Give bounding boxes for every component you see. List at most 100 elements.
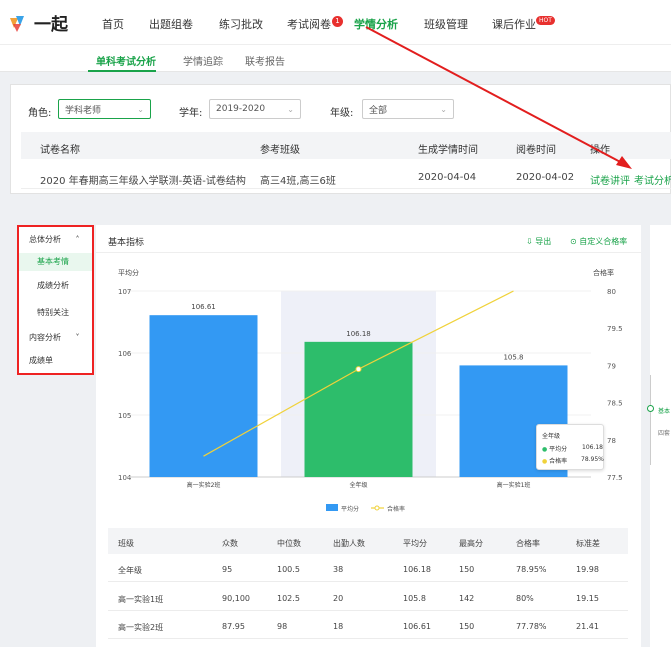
logo-icon xyxy=(10,15,24,32)
timeline-label-2[interactable]: 四套 xyxy=(658,428,670,437)
paper-review-link[interactable]: 试卷讲评 xyxy=(590,172,630,187)
bar[interactable] xyxy=(149,315,258,477)
grade-label: 年级: xyxy=(330,108,354,119)
role-select[interactable]: 学科老师 ⌄ xyxy=(58,99,151,119)
timeline-dot-icon[interactable] xyxy=(647,405,654,412)
tab-joint-exam-report[interactable]: 联考报告 xyxy=(245,53,285,68)
logo-text: 一起 xyxy=(34,15,68,35)
custom-pass-rate-label: 自定义合格率 xyxy=(579,237,628,246)
sub-navbar: 单科考试分析 学情追踪 联考报告 xyxy=(0,45,671,72)
stats-cell: 106.61 xyxy=(403,622,431,631)
year-select-value: 2019-2020 xyxy=(216,104,266,114)
y-right-tick: 80 xyxy=(607,288,616,296)
sidebar-group-overall-label: 总体分析 xyxy=(29,235,61,244)
role-select-value: 学科老师 xyxy=(65,105,102,116)
exam-analysis-link[interactable]: 考试分析 xyxy=(634,172,671,187)
tooltip-title: 全年级 xyxy=(542,433,561,440)
tooltip-row2-value: 78.95% xyxy=(581,456,604,463)
top-navbar: 一起 首页 出题组卷 练习批改 考试阅卷 1 学情分析 班级管理 课后作业 HOT xyxy=(0,0,671,45)
nav-learning-analysis[interactable]: 学情分析 xyxy=(354,16,398,32)
x-tick-label: 高一实验2班 xyxy=(187,481,221,489)
sidebar-item-report-card[interactable]: 成绩单 xyxy=(19,355,92,366)
stats-cell: 150 xyxy=(459,622,475,631)
nav-homework[interactable]: 课后作业 HOT xyxy=(492,16,555,32)
stats-col-header: 标准差 xyxy=(576,539,600,548)
x-tick-label: 全年级 xyxy=(349,481,367,489)
chevron-up-icon: ˄ xyxy=(75,235,80,244)
tab-learning-tracking[interactable]: 学情追踪 xyxy=(183,53,223,68)
stats-cell: 150 xyxy=(459,565,475,574)
stats-cell: 87.95 xyxy=(222,622,245,631)
sidebar-item-special-attention[interactable]: 特别关注 xyxy=(19,307,92,318)
nav-home[interactable]: 首页 xyxy=(102,16,124,32)
y-right-label: 合格率 xyxy=(593,268,614,277)
sidebar-item-score-analysis[interactable]: 成绩分析 xyxy=(19,280,92,291)
y-left-tick: 105 xyxy=(118,412,131,420)
tab-single-exam-analysis[interactable]: 单科考试分析 xyxy=(96,53,156,68)
year-select[interactable]: 2019-2020 ⌄ xyxy=(209,99,301,119)
panel-title: 基本指标 xyxy=(108,238,145,248)
y-right-tick: 78.5 xyxy=(607,400,623,408)
sidebar-group-content[interactable]: 内容分析 ˅ xyxy=(19,332,92,343)
stats-col-header: 最高分 xyxy=(459,539,483,548)
tooltip-row1-label: 平均分 xyxy=(549,446,568,453)
sidebar-group-overall[interactable]: 总体分析 ˄ xyxy=(19,234,92,245)
role-label: 角色: xyxy=(28,108,52,119)
timeline-label-1[interactable]: 基本 xyxy=(658,406,670,415)
sidebar-item-basic[interactable]: 基本考情 xyxy=(19,253,92,271)
grade-select-value: 全部 xyxy=(369,105,388,116)
nav-exam-marking-label: 考试阅卷 xyxy=(287,18,331,31)
nav-practice-grading[interactable]: 练习批改 xyxy=(219,16,263,32)
logo[interactable]: 一起 xyxy=(6,10,68,35)
stats-cell: 98 xyxy=(277,622,288,631)
stats-cell: 102.5 xyxy=(277,594,300,603)
x-tick-label: 高一实验1班 xyxy=(497,481,531,489)
stats-table-header xyxy=(108,528,628,554)
stats-cell: 19.98 xyxy=(576,565,599,574)
stats-row-divider xyxy=(108,610,628,611)
panel-header xyxy=(96,225,641,253)
y-left-tick: 104 xyxy=(118,474,132,482)
nav-homework-label: 课后作业 xyxy=(492,18,536,31)
nav-exam-marking[interactable]: 考试阅卷 1 xyxy=(287,16,343,32)
tooltip-row1-value: 106.18 xyxy=(582,444,603,451)
custom-pass-rate-button[interactable]: ⊙ 自定义合格率 xyxy=(570,236,627,247)
grade-select[interactable]: 全部 ⌄ xyxy=(362,99,454,119)
stats-cell: 90,100 xyxy=(222,594,250,603)
stats-col-header: 出勤人数 xyxy=(333,539,365,548)
y-left-tick: 106 xyxy=(118,350,132,358)
sidebar-group-content-label: 内容分析 xyxy=(29,333,61,342)
stats-cell: 21.41 xyxy=(576,622,599,631)
y-right-tick: 79.5 xyxy=(607,325,623,333)
hot-badge: HOT xyxy=(536,16,555,25)
stats-cell: 100.5 xyxy=(277,565,300,574)
exam-name-cell: 2020 年春期高三年级入学联测-英语-试卷结构 xyxy=(40,176,246,187)
bar-value-label: 106.18 xyxy=(346,330,371,338)
nav-question-bank[interactable]: 出题组卷 xyxy=(149,16,193,32)
stats-cell: 106.18 xyxy=(403,565,431,574)
legend-label-avg[interactable]: 平均分 xyxy=(341,505,359,513)
legend-label-pass[interactable]: 合格率 xyxy=(387,505,405,513)
bar[interactable] xyxy=(304,341,413,477)
col-classes: 参考班级 xyxy=(260,145,300,156)
stats-col-header: 合格率 xyxy=(516,539,540,548)
col-exam-name: 试卷名称 xyxy=(40,145,80,156)
stats-cell: 19.15 xyxy=(576,594,599,603)
nav-class-management[interactable]: 班级管理 xyxy=(424,16,468,32)
classes-cell: 高三4班,高三6班 xyxy=(260,176,336,187)
stats-col-header: 平均分 xyxy=(403,539,427,548)
line-point[interactable] xyxy=(355,366,362,373)
row-divider xyxy=(21,188,671,189)
active-tab-underline xyxy=(88,70,156,72)
export-button[interactable]: ⇩ 导出 xyxy=(526,236,551,247)
notification-badge: 1 xyxy=(332,16,343,27)
chevron-down-icon: ⌄ xyxy=(137,104,144,114)
legend-swatch-avg xyxy=(326,504,338,511)
y-left-tick: 107 xyxy=(118,288,131,296)
bar-value-label: 105.8 xyxy=(503,353,523,361)
stats-cell: 142 xyxy=(459,594,475,603)
legend-marker-pass xyxy=(374,505,380,511)
settings-icon: ⊙ xyxy=(570,237,577,246)
col-actions: 操作 xyxy=(590,145,610,156)
col-mark-time: 阅卷时间 xyxy=(516,145,556,156)
